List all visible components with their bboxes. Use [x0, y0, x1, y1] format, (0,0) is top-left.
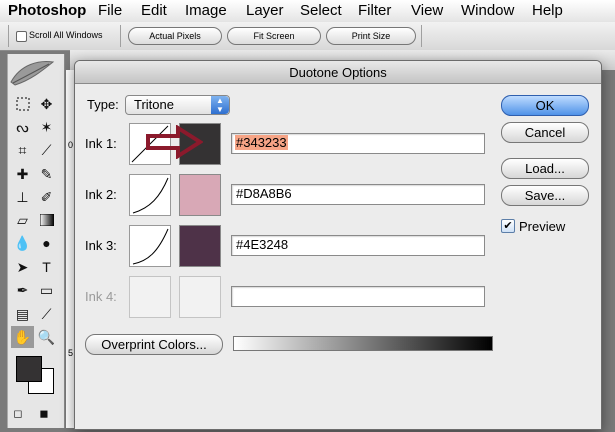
ink-1-label: Ink 1: — [85, 136, 117, 151]
marquee-tool-icon[interactable] — [11, 93, 34, 115]
curve-icon — [132, 177, 169, 214]
curve-icon — [132, 228, 169, 265]
hand-tool-icon[interactable]: ✋ — [11, 326, 34, 348]
red-arrow-icon — [146, 125, 203, 159]
fit-screen-button[interactable]: Fit Screen — [227, 27, 321, 45]
preview-checkbox[interactable]: ✔ — [501, 219, 515, 233]
type-select[interactable]: Tritone ▲ ▼ — [125, 95, 230, 115]
select-arrows-icon: ▲ ▼ — [211, 96, 229, 114]
tone-gradient-bar — [233, 336, 493, 351]
magic-wand-tool-icon[interactable]: ✶ — [35, 116, 58, 138]
healing-brush-tool-icon[interactable]: ✚ — [11, 163, 34, 185]
zoom-tool-icon[interactable]: 🔍 — [35, 326, 58, 348]
feather-logo-icon — [10, 61, 55, 86]
ruler-mark-0: 0 — [68, 140, 74, 150]
dialog-title-bar: Duotone Options — [75, 61, 601, 84]
checkmark-icon: ✔ — [503, 220, 513, 232]
ink-2-name-field[interactable]: #D8A8B6 — [231, 184, 485, 205]
standard-mode-icon[interactable]: ◻ — [8, 404, 28, 422]
options-bar: Scroll All Windows Actual Pixels Fit Scr… — [0, 22, 615, 51]
options-bar-divider — [8, 25, 9, 47]
menu-window[interactable]: Window — [461, 2, 514, 19]
actual-pixels-button[interactable]: Actual Pixels — [128, 27, 222, 45]
slice-tool-icon[interactable]: ⟋ — [35, 139, 58, 161]
menu-view[interactable]: View — [411, 2, 443, 19]
print-size-button[interactable]: Print Size — [326, 27, 416, 45]
foreground-color-swatch[interactable] — [16, 356, 42, 382]
ink-3-color-box[interactable] — [179, 225, 221, 267]
type-select-value: Tritone — [134, 97, 174, 112]
options-bar-divider — [120, 25, 121, 47]
ink-4-curve-box — [129, 276, 171, 318]
overprint-colors-button[interactable]: Overprint Colors... — [85, 334, 223, 355]
save-button[interactable]: Save... — [501, 185, 589, 206]
path-selection-tool-icon[interactable]: ➤ — [11, 256, 34, 278]
menu-help[interactable]: Help — [532, 2, 563, 19]
menu-filter[interactable]: Filter — [358, 2, 391, 19]
menu-edit[interactable]: Edit — [141, 2, 167, 19]
menu-bar: Photoshop File Edit Image Layer Select F… — [0, 0, 615, 23]
ink-3-name-field[interactable]: #4E3248 — [231, 235, 485, 256]
options-bar-divider — [421, 25, 422, 47]
lasso-tool-icon[interactable]: ᔓ — [11, 116, 34, 138]
clone-stamp-tool-icon[interactable]: ⊥ — [11, 186, 34, 208]
dialog-title: Duotone Options — [289, 65, 387, 80]
load-button[interactable]: Load... — [501, 158, 589, 179]
pen-tool-icon[interactable]: ✒ — [11, 279, 34, 301]
ink-4-name-field — [231, 286, 485, 307]
dodge-tool-icon[interactable]: ● — [35, 232, 58, 254]
preview-label: Preview — [519, 219, 566, 234]
ink-4-label: Ink 4: — [85, 289, 117, 304]
eyedropper-tool-icon[interactable]: ⟋ — [35, 303, 58, 325]
brush-tool-icon[interactable]: ✎ — [35, 163, 58, 185]
notes-tool-icon[interactable]: ▤ — [11, 303, 34, 325]
shape-tool-icon[interactable]: ▭ — [35, 279, 58, 301]
duotone-options-dialog: Duotone Options Type: Tritone ▲ ▼ Ink 1: … — [74, 60, 602, 430]
menu-select[interactable]: Select — [300, 2, 342, 19]
history-brush-tool-icon[interactable]: ✐ — [35, 186, 58, 208]
blur-tool-icon[interactable]: 💧 — [11, 232, 34, 254]
ink-3-name-value: #4E3248 — [236, 237, 289, 252]
crop-tool-icon[interactable]: ⌗ — [11, 139, 34, 161]
ok-button[interactable]: OK — [501, 95, 589, 116]
ink-1-name-value: #343233 — [235, 135, 288, 150]
menu-photoshop[interactable]: Photoshop — [8, 2, 86, 19]
eraser-tool-icon[interactable]: ▱ — [11, 209, 34, 231]
move-tool-icon[interactable]: ✥ — [35, 93, 58, 115]
menu-layer[interactable]: Layer — [246, 2, 284, 19]
ink-3-label: Ink 3: — [85, 238, 117, 253]
ink-3-curve-box[interactable] — [129, 225, 171, 267]
ink-2-label: Ink 2: — [85, 187, 117, 202]
menu-file[interactable]: File — [98, 2, 122, 19]
quick-mask-mode-icon[interactable]: ◼ — [34, 404, 54, 422]
type-label: Type: — [87, 97, 119, 112]
cancel-button[interactable]: Cancel — [501, 122, 589, 143]
ink-2-color-box[interactable] — [179, 174, 221, 216]
ink-2-curve-box[interactable] — [129, 174, 171, 216]
gradient-tool-icon[interactable] — [35, 209, 58, 231]
ruler-mark-5: 5 — [68, 348, 74, 358]
type-tool-icon[interactable]: T — [35, 256, 58, 278]
menu-image[interactable]: Image — [185, 2, 227, 19]
ink-1-name-field[interactable]: #343233 — [231, 133, 485, 154]
ink-4-color-box — [179, 276, 221, 318]
scroll-all-windows-checkbox[interactable] — [16, 31, 27, 42]
scroll-all-windows-label: Scroll All Windows — [29, 30, 103, 40]
ink-2-name-value: #D8A8B6 — [236, 186, 292, 201]
